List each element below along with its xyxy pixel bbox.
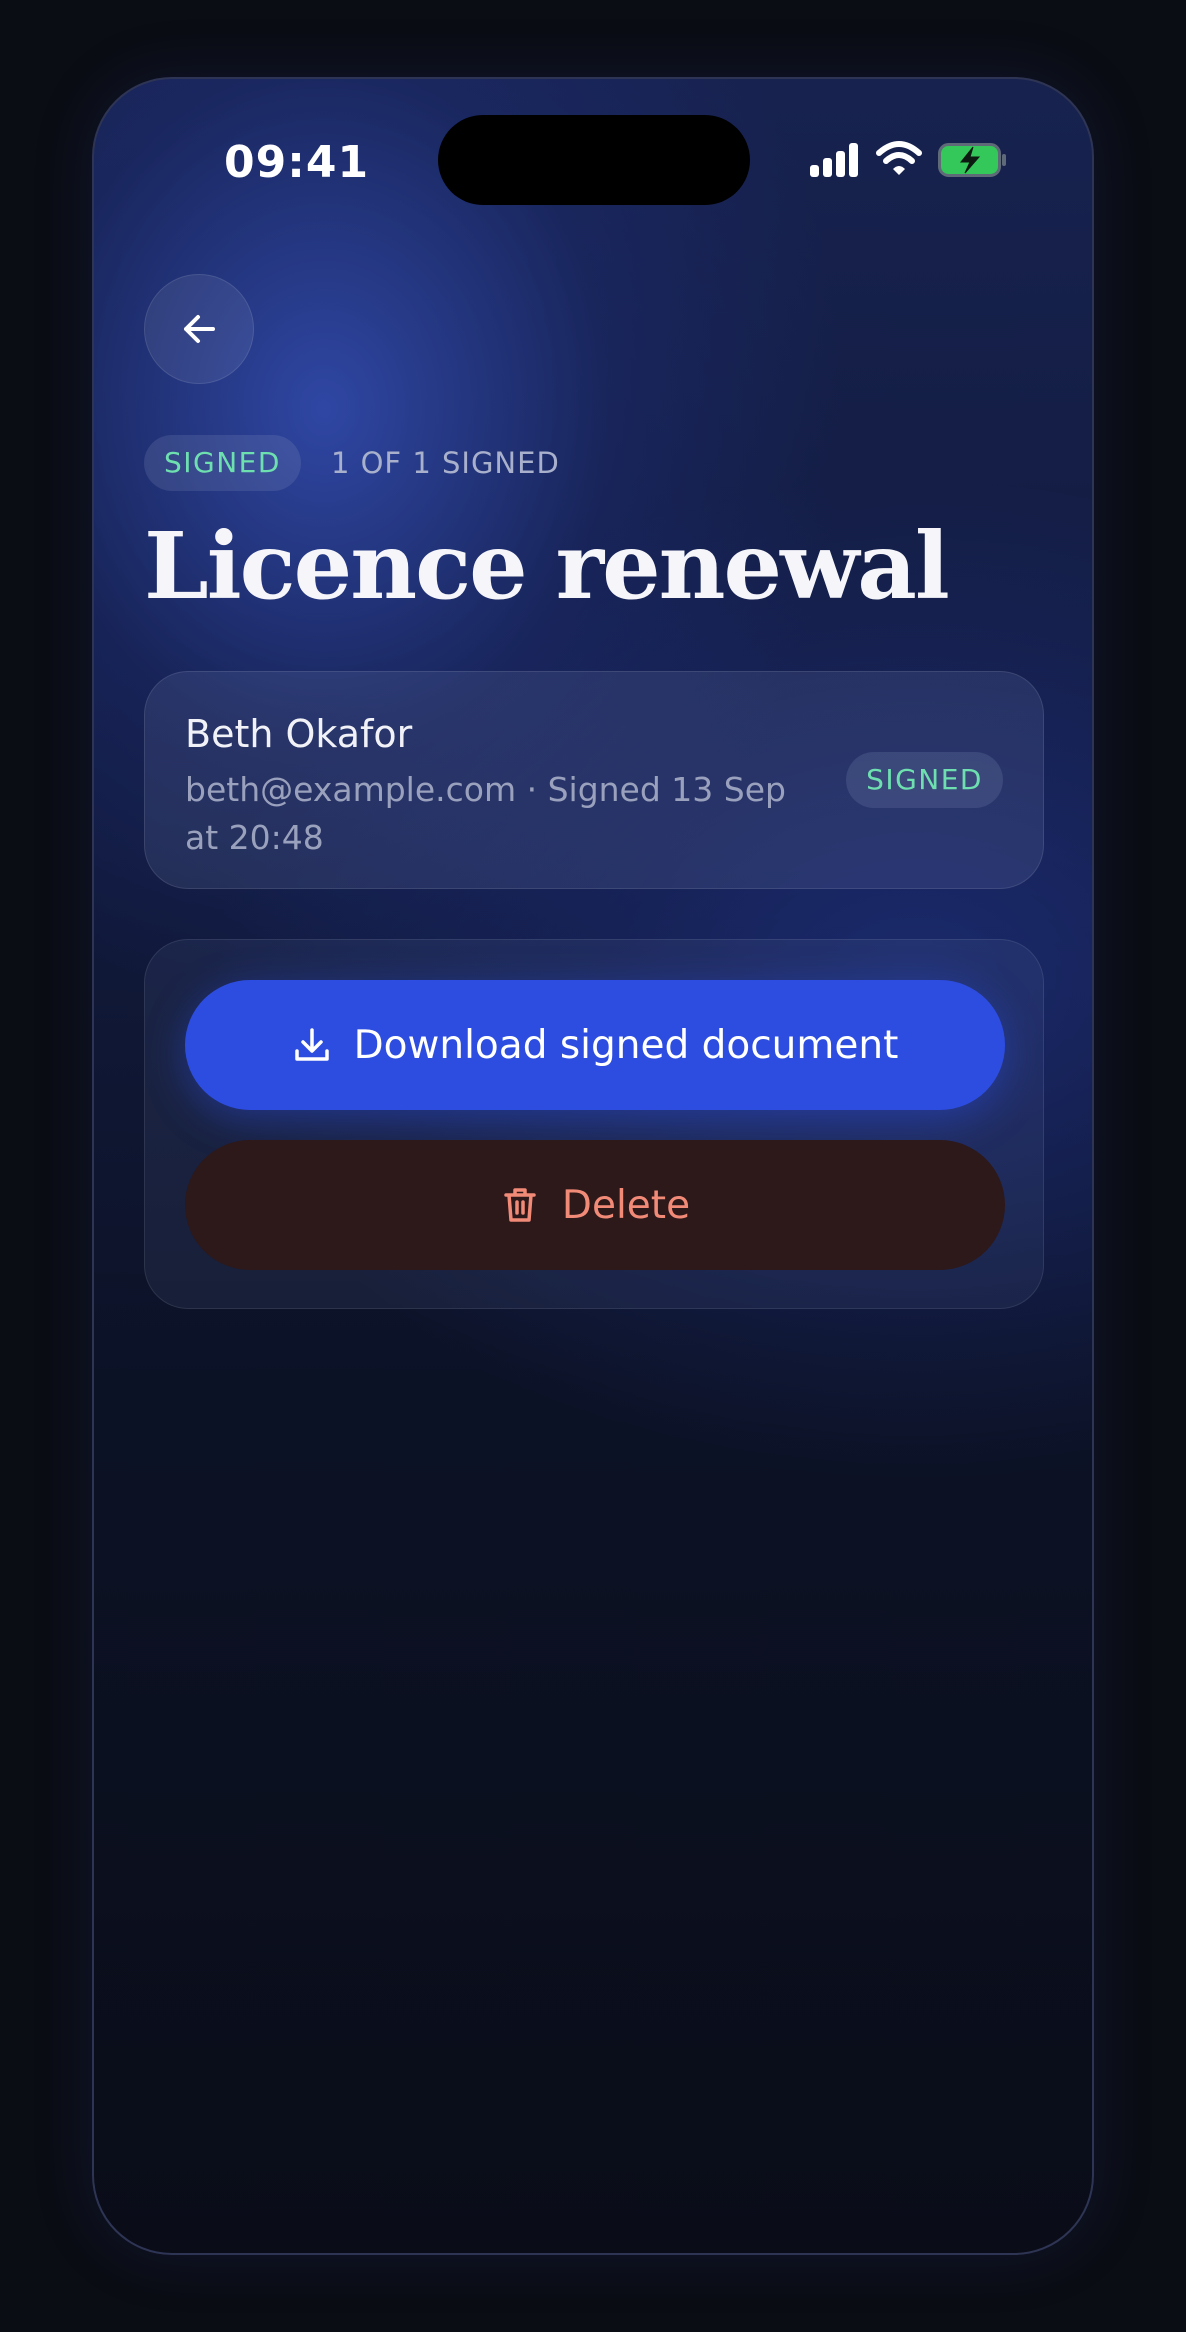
download-button-label: Download signed document — [353, 1022, 899, 1068]
delete-button[interactable]: Delete — [185, 1140, 1005, 1270]
document-meta: SIGNED 1 OF 1 SIGNED — [144, 435, 560, 491]
signer-name: Beth Okafor — [185, 712, 413, 756]
actions-card: Download signed document Delete — [144, 939, 1044, 1309]
trash-icon — [500, 1185, 540, 1225]
arrow-left-icon — [184, 315, 215, 343]
download-icon — [292, 1025, 332, 1065]
back-button[interactable] — [144, 274, 254, 384]
status-badge: SIGNED — [144, 435, 301, 491]
phone-screen: 09:41 SIGNED 1 OF 1 SIGNED Licence renew… — [92, 77, 1094, 2255]
dynamic-island — [438, 115, 750, 205]
status-bar: 09:41 — [94, 79, 1092, 229]
signed-count: 1 OF 1 SIGNED — [330, 446, 560, 480]
page-title: Licence renewal — [144, 512, 950, 620]
battery-charging-icon — [938, 143, 1008, 177]
signer-status-badge: SIGNED — [846, 752, 1003, 808]
status-time: 09:41 — [224, 137, 370, 188]
cellular-signal-icon — [810, 143, 860, 177]
download-signed-document-button[interactable]: Download signed document — [185, 980, 1005, 1110]
signer-card: Beth Okafor beth@example.com · Signed 13… — [144, 671, 1044, 889]
wifi-icon — [876, 141, 922, 177]
delete-button-label: Delete — [561, 1182, 691, 1228]
signer-detail: beth@example.com · Signed 13 Sep at 20:4… — [185, 770, 786, 857]
